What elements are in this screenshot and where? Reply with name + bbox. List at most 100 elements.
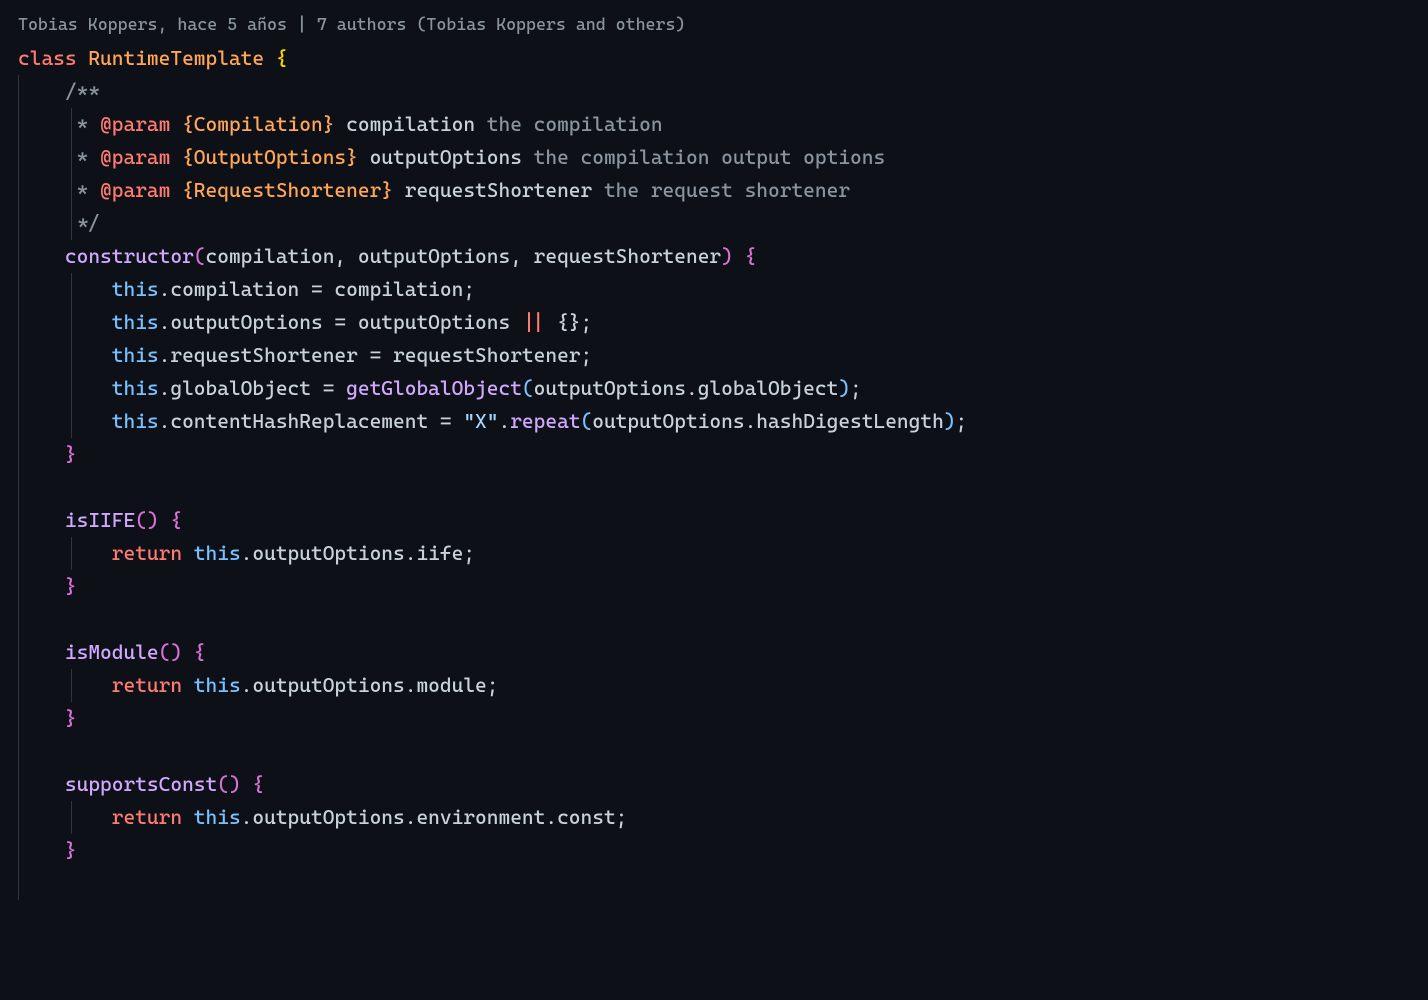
dot: . xyxy=(159,409,171,433)
dot: . xyxy=(241,805,253,829)
this-kw: this xyxy=(112,343,159,367)
dot: . xyxy=(405,541,417,565)
property: hashDigestLength xyxy=(756,409,944,433)
eq: = xyxy=(323,310,358,334)
constructor-kw: constructor xyxy=(65,244,194,268)
param: outputOptions xyxy=(358,244,510,268)
code-line[interactable]: constructor(compilation, outputOptions, … xyxy=(18,240,1428,273)
variable: compilation xyxy=(334,277,463,301)
eq: = xyxy=(428,409,463,433)
func-call: repeat xyxy=(510,409,580,433)
semi: ; xyxy=(487,673,499,697)
code-line[interactable]: this.compilation = compilation; xyxy=(18,273,1428,306)
string-literal: "X" xyxy=(463,409,498,433)
jsdoc-param: outputOptions xyxy=(370,145,522,169)
variable: requestShortener xyxy=(393,343,581,367)
this-kw: this xyxy=(194,673,241,697)
semi: ; xyxy=(850,376,862,400)
class-name: RuntimeTemplate xyxy=(88,46,264,70)
brace-close: } xyxy=(65,442,77,466)
code-line[interactable]: } xyxy=(18,834,1428,867)
code-line[interactable]: } xyxy=(18,702,1428,735)
dot: . xyxy=(745,409,757,433)
code-line[interactable]: return this.outputOptions.environment.co… xyxy=(18,801,1428,834)
code-line[interactable]: this.requestShortener = requestShortener… xyxy=(18,339,1428,372)
property: const xyxy=(557,805,616,829)
semi: ; xyxy=(463,541,475,565)
git-lens-annotation: Tobias Koppers, hace 5 años | 7 authors … xyxy=(18,10,1428,38)
property: outputOptions xyxy=(252,541,404,565)
dot: . xyxy=(405,805,417,829)
code-line[interactable]: return this.outputOptions.module; xyxy=(18,669,1428,702)
property: outputOptions xyxy=(252,673,404,697)
jsdoc-desc: the request shortener xyxy=(604,178,850,202)
code-line[interactable] xyxy=(18,735,1428,768)
jsdoc: * xyxy=(65,145,88,169)
code-line[interactable]: supportsConst() { xyxy=(18,768,1428,801)
semi: ; xyxy=(581,310,593,334)
property: outputOptions xyxy=(170,310,322,334)
property: contentHashReplacement xyxy=(170,409,428,433)
semi: ; xyxy=(463,277,475,301)
code-line[interactable]: isIIFE() { xyxy=(18,504,1428,537)
code-line[interactable]: this.contentHashReplacement = "X".repeat… xyxy=(18,405,1428,438)
code-line[interactable]: } xyxy=(18,570,1428,603)
this-kw: this xyxy=(194,805,241,829)
code-line[interactable]: * @param {Compilation} compilation the c… xyxy=(18,108,1428,141)
property: globalObject xyxy=(698,376,839,400)
variable: outputOptions xyxy=(592,409,744,433)
this-kw: this xyxy=(112,376,159,400)
dot: . xyxy=(241,673,253,697)
jsdoc-desc: the compilation output options xyxy=(534,145,886,169)
property: environment xyxy=(416,805,545,829)
property: module xyxy=(416,673,486,697)
variable: outputOptions xyxy=(534,376,686,400)
dot: . xyxy=(241,541,253,565)
brace-close: } xyxy=(65,574,77,598)
or-op: || xyxy=(510,310,557,334)
code-line[interactable]: } xyxy=(18,438,1428,471)
method-name: supportsConst xyxy=(65,772,217,796)
code-line[interactable]: * @param {RequestShortener} requestShort… xyxy=(18,174,1428,207)
code-line[interactable]: this.globalObject = getGlobalObject(outp… xyxy=(18,372,1428,405)
dot: . xyxy=(159,376,171,400)
code-line[interactable]: class RuntimeTemplate { xyxy=(18,42,1428,75)
jsdoc-tag: @param xyxy=(100,178,170,202)
code-line[interactable] xyxy=(18,867,1428,900)
jsdoc-type: {Compilation} xyxy=(182,112,334,136)
code-editor[interactable]: Tobias Koppers, hace 5 años | 7 authors … xyxy=(0,10,1428,900)
parens: () xyxy=(135,508,158,532)
variable: outputOptions xyxy=(358,310,510,334)
this-kw: this xyxy=(112,310,159,334)
this-kw: this xyxy=(194,541,241,565)
dot: . xyxy=(159,277,171,301)
code-line[interactable] xyxy=(18,603,1428,636)
code-line[interactable] xyxy=(18,471,1428,504)
this-kw: this xyxy=(112,409,159,433)
code-line[interactable]: * @param {OutputOptions} outputOptions t… xyxy=(18,141,1428,174)
dot: . xyxy=(159,343,171,367)
dot: . xyxy=(498,409,510,433)
property: globalObject xyxy=(170,376,311,400)
jsdoc: * xyxy=(65,178,88,202)
code-line[interactable]: isModule() { xyxy=(18,636,1428,669)
jsdoc-type: {OutputOptions} xyxy=(182,145,358,169)
dot: . xyxy=(545,805,557,829)
func-call: getGlobalObject xyxy=(346,376,522,400)
this-kw: this xyxy=(112,277,159,301)
code-line[interactable]: */ xyxy=(18,207,1428,240)
jsdoc-param: requestShortener xyxy=(405,178,593,202)
code-line[interactable]: return this.outputOptions.iife; xyxy=(18,537,1428,570)
jsdoc-desc: the compilation xyxy=(487,112,663,136)
code-line[interactable]: /** xyxy=(18,75,1428,108)
code-line[interactable]: this.outputOptions = outputOptions || {}… xyxy=(18,306,1428,339)
parens: () xyxy=(159,640,182,664)
property: requestShortener xyxy=(170,343,358,367)
eq: = xyxy=(299,277,334,301)
dot: . xyxy=(686,376,698,400)
method-name: isIIFE xyxy=(65,508,135,532)
semi: ; xyxy=(581,343,593,367)
dot: . xyxy=(405,673,417,697)
parens: () xyxy=(217,772,240,796)
param: compilation xyxy=(206,244,335,268)
